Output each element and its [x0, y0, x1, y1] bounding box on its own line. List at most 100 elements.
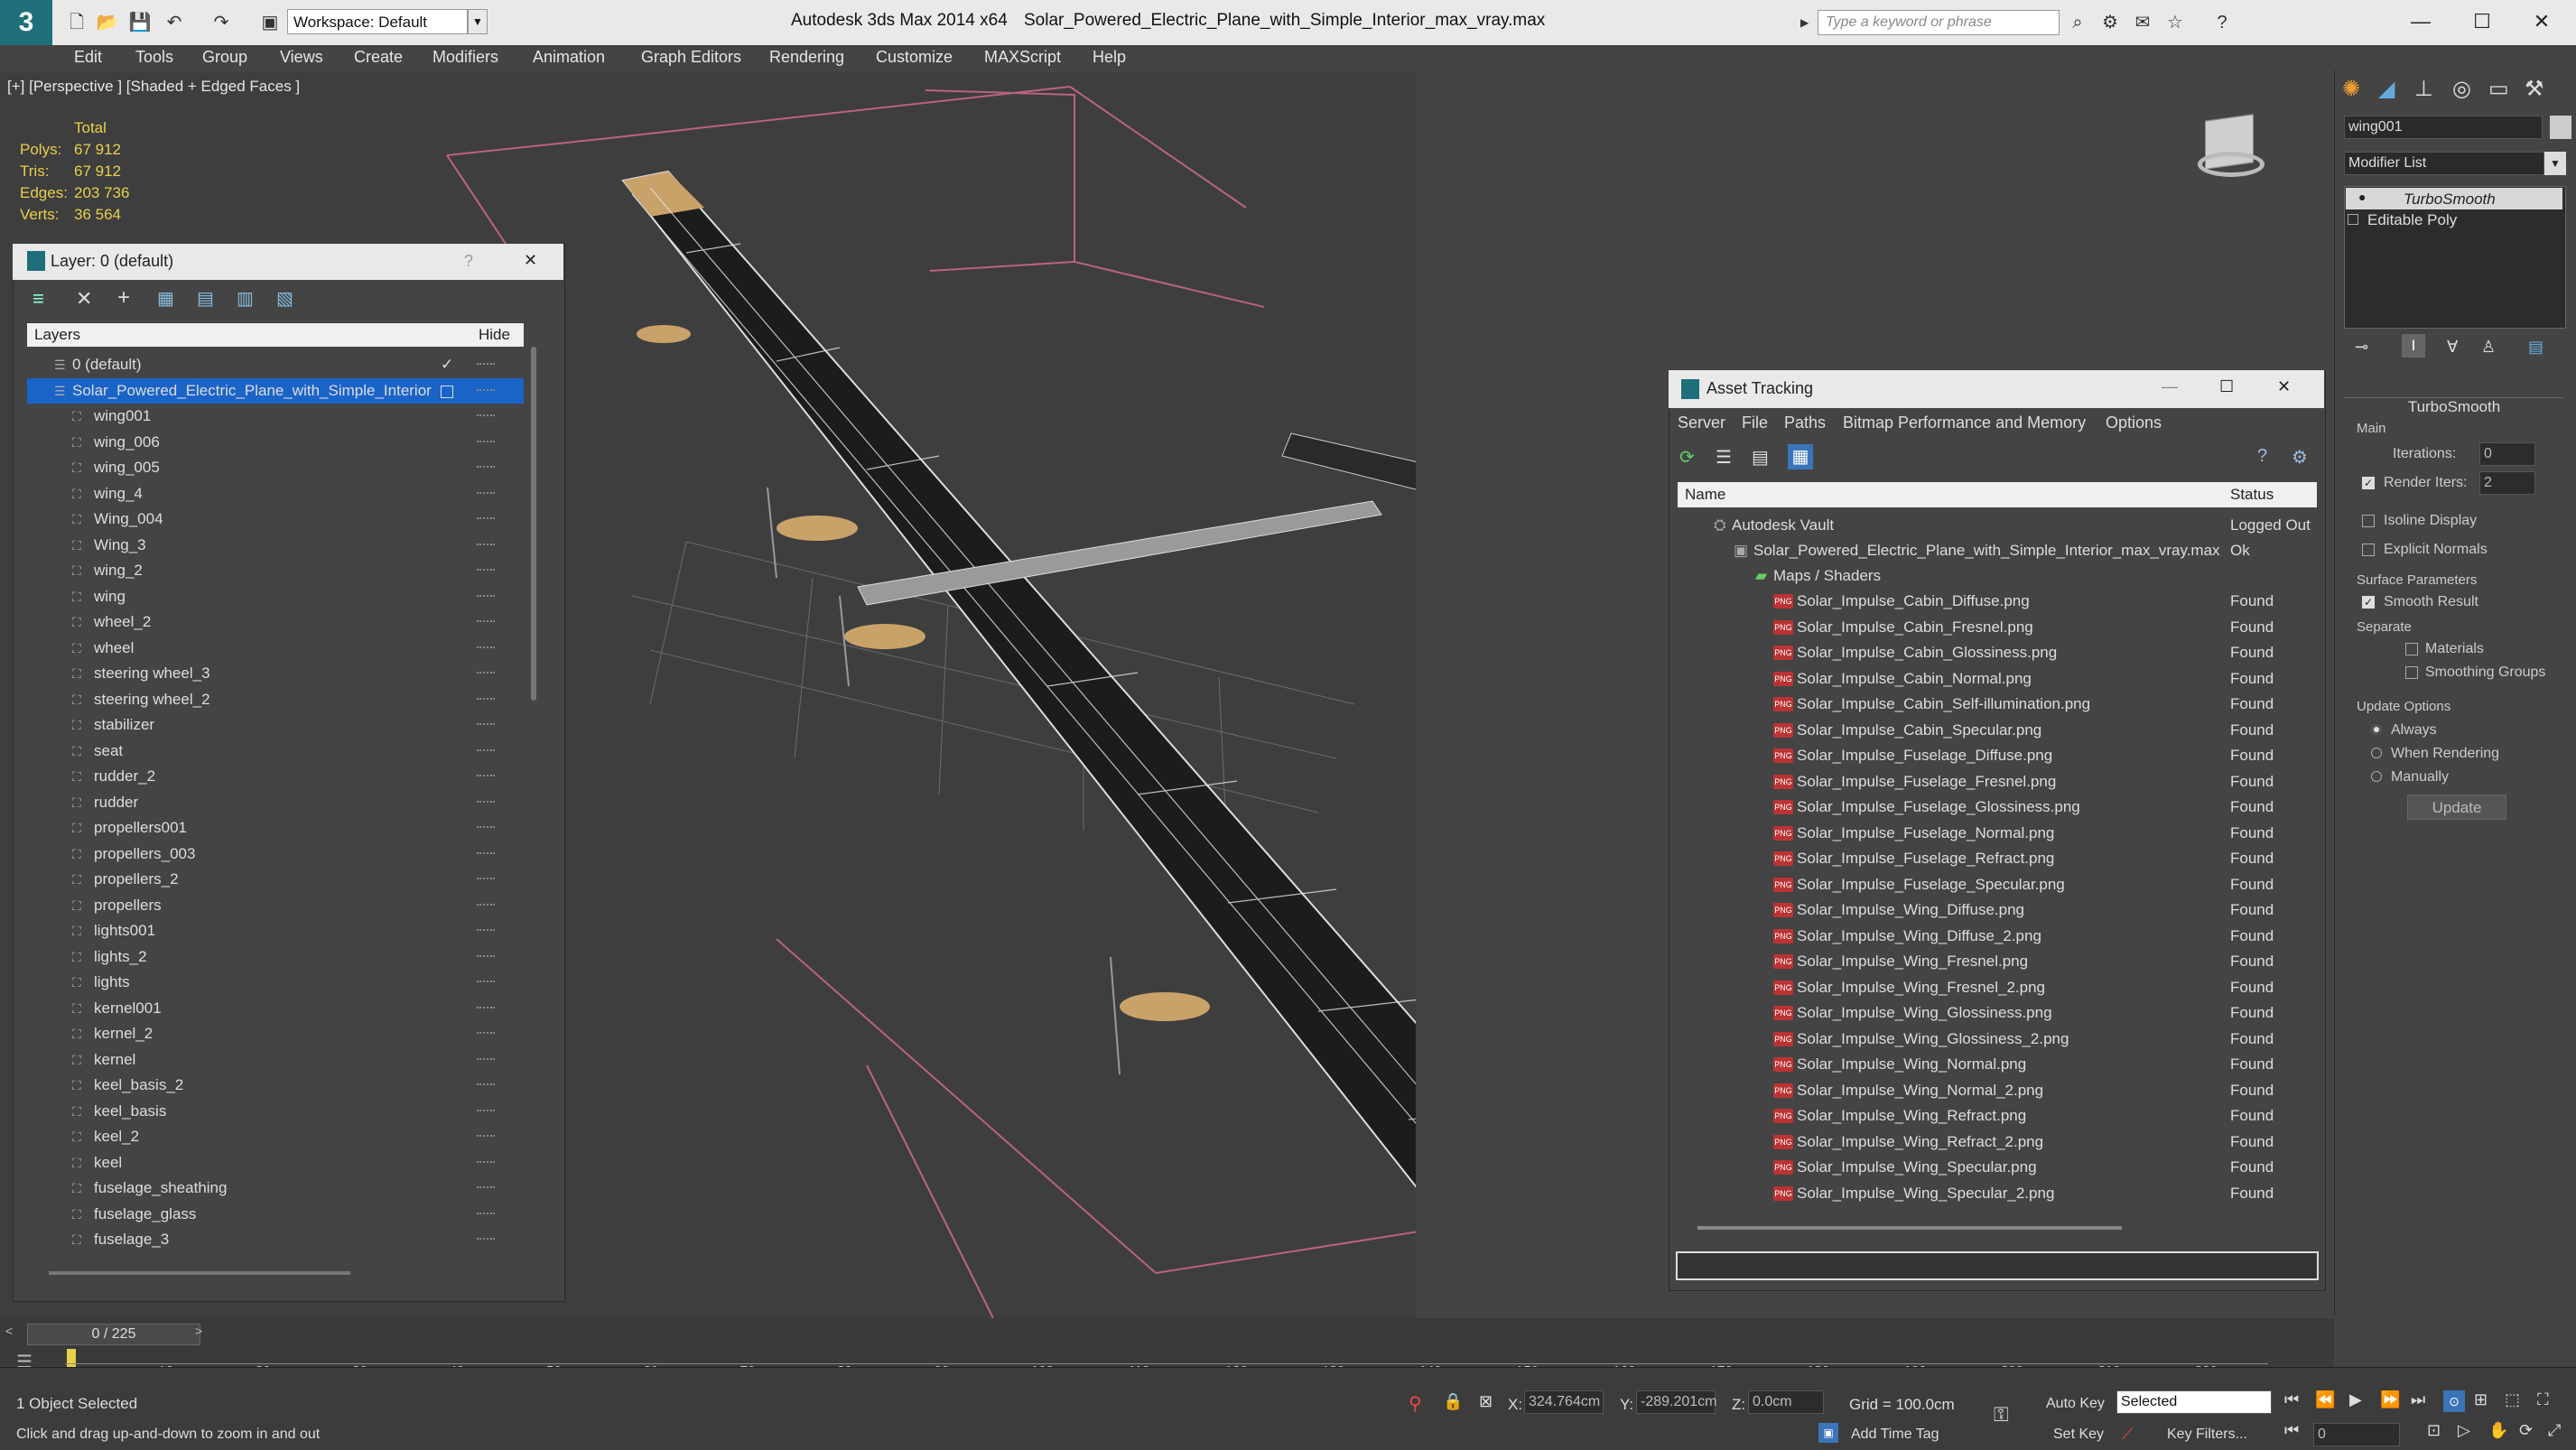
table-row[interactable]: PNG Solar_Impulse_Wing_Fresnel_2.png Found [1678, 975, 2317, 1000]
hide-toggle[interactable] [477, 723, 495, 729]
column-status[interactable]: Status [2230, 486, 2274, 504]
field-of-view-icon[interactable]: ▷ [2458, 1421, 2470, 1440]
table-row[interactable]: PNG Solar_Impulse_Cabin_Fresnel.png Found [1678, 615, 2317, 640]
menu-edit[interactable]: Edit [74, 45, 102, 69]
remove-modifier-icon[interactable]: ♙ [2481, 338, 2496, 357]
object-name-field[interactable]: wing001 [2344, 116, 2543, 139]
table-row[interactable]: ▰ Maps / Shaders [1678, 563, 2317, 589]
object-row[interactable]: ⛶ wing001 [27, 404, 524, 429]
object-row[interactable]: ⛶ kernel_2 [27, 1021, 524, 1046]
utilities-tab-icon[interactable]: ⚒ [2525, 76, 2544, 102]
next-frame-icon[interactable]: > [195, 1324, 202, 1338]
table-row[interactable]: PNG Solar_Impulse_Wing_Refract_2.png Found [1678, 1129, 2317, 1155]
hide-toggle[interactable] [477, 1006, 495, 1012]
layer-explorer-titlebar[interactable]: Layer: 0 (default) ? ✕ [13, 244, 563, 280]
asset-menu-file[interactable]: File [1742, 414, 1768, 432]
table-row[interactable]: PNG Solar_Impulse_Wing_Normal_2.png Found [1678, 1078, 2317, 1103]
table-row[interactable]: ⛭ Autodesk Vault Logged Out [1678, 513, 2317, 538]
time-config-icon[interactable]: ⊡ [2427, 1421, 2441, 1440]
hide-toggle[interactable] [477, 775, 495, 780]
isoline-checkbox[interactable] [2362, 515, 2375, 527]
object-row[interactable]: ⛶ lights_2 [27, 944, 524, 970]
close-button[interactable]: ✕ [2519, 5, 2564, 38]
new-layer-icon[interactable]: ≡ [33, 287, 44, 311]
play-arrow-icon[interactable]: ▶ [1800, 11, 1815, 34]
help-icon[interactable]: ? [464, 252, 473, 271]
key-mode-icon[interactable]: ⊙ [2443, 1390, 2465, 1412]
open-file-icon[interactable]: 📂 [96, 11, 119, 34]
hide-toggle[interactable] [477, 1083, 495, 1089]
modifier-list-dropdown[interactable]: Modifier List [2344, 152, 2544, 175]
object-row[interactable]: ⛶ lights001 [27, 918, 524, 943]
table-row[interactable]: PNG Solar_Impulse_Wing_Diffuse_2.png Found [1678, 924, 2317, 949]
minimize-button[interactable]: — [2398, 5, 2443, 38]
configure-sets-icon[interactable]: ▤ [2528, 338, 2543, 357]
asset-h-scrollbar[interactable] [1697, 1226, 2122, 1230]
refresh-icon[interactable]: ⟳ [1679, 446, 1695, 469]
object-row[interactable]: ⛶ fuselage_sheathing [27, 1176, 524, 1201]
table-row[interactable]: PNG Solar_Impulse_Cabin_Diffuse.png Found [1678, 589, 2317, 614]
hide-toggle[interactable] [477, 466, 495, 471]
table-row[interactable]: PNG Solar_Impulse_Fuselage_Specular.png Fo… [1678, 872, 2317, 897]
object-row[interactable]: ⛶ propellers [27, 893, 524, 918]
play-icon[interactable]: ▶ [2349, 1390, 2362, 1409]
column-layers[interactable]: Layers [34, 326, 80, 344]
bulb-icon[interactable]: ● [2358, 190, 2366, 204]
layer-row-selected[interactable]: ☰ Solar_Powered_Electric_Plane_with_Simpl… [27, 377, 524, 404]
maximize-icon[interactable]: ☐ [2219, 377, 2234, 396]
hide-toggle[interactable] [477, 517, 495, 523]
hide-toggle[interactable] [477, 1057, 495, 1064]
table-row[interactable]: PNG Solar_Impulse_Fuselage_Diffuse.png Fou… [1678, 743, 2317, 768]
hide-toggle[interactable] [477, 388, 495, 395]
hide-toggle[interactable] [477, 851, 495, 858]
absolute-mode-icon[interactable]: ⊠ [1479, 1392, 1493, 1411]
hide-toggle[interactable] [477, 594, 495, 600]
lock-selection-icon[interactable]: 🔒 [1443, 1392, 1463, 1411]
hide-toggle[interactable] [477, 646, 495, 652]
object-row[interactable]: ⛶ keel_2 [27, 1124, 524, 1149]
materials-checkbox[interactable] [2405, 643, 2418, 655]
table-row[interactable]: PNG Solar_Impulse_Cabin_Self-illumination… [1678, 692, 2317, 717]
current-frame-field[interactable]: 0 [2313, 1423, 2400, 1446]
viewport-label[interactable]: [+] [Perspective ] [Shaded + Edged Faces… [7, 78, 300, 96]
stack-item-editable-poly[interactable]: Editable Poly [2348, 211, 2457, 229]
search-input[interactable]: Type a keyword or phrase [1818, 10, 2060, 35]
object-row[interactable]: ⛶ keel_basis_2 [27, 1073, 524, 1098]
manually-radio[interactable] [2371, 771, 2382, 782]
auto-key-button[interactable]: Auto Key [2046, 1396, 2105, 1412]
subscription-icon[interactable]: ⚙ [2098, 11, 2122, 34]
layers-h-scrollbar[interactable] [49, 1271, 350, 1275]
table-row[interactable]: PNG Solar_Impulse_Wing_Diffuse.png Found [1678, 897, 2317, 923]
column-hide[interactable]: Hide [479, 326, 510, 344]
hide-toggle[interactable] [477, 981, 495, 986]
create-tab-icon[interactable]: ✺ [2342, 76, 2360, 102]
hide-toggle[interactable] [477, 800, 495, 806]
expand-icon[interactable] [2348, 214, 2358, 225]
table-row[interactable]: PNG Solar_Impulse_Cabin_Specular.png Found [1678, 718, 2317, 743]
redo-icon[interactable]: ↷ [209, 11, 233, 34]
asset-tracking-titlebar[interactable]: Asset Tracking — ☐ ✕ [1669, 370, 2324, 408]
hide-toggle[interactable] [477, 826, 495, 832]
hide-toggle[interactable] [477, 1109, 495, 1115]
object-row[interactable]: ⛶ wing_2 [27, 558, 524, 583]
pan-icon[interactable]: ✋ [2488, 1421, 2508, 1440]
table-row[interactable]: PNG Solar_Impulse_Wing_Specular.png Found [1678, 1155, 2317, 1180]
go-to-end-icon[interactable]: ⏭ [2411, 1390, 2425, 1409]
pin-stack-icon[interactable]: ⊸ [2355, 338, 2368, 357]
object-row[interactable]: ⛶ propellers001 [27, 815, 524, 841]
x-coordinate-field[interactable]: 324.764cm [1524, 1390, 1604, 1414]
object-row[interactable]: ⛶ wing [27, 584, 524, 609]
hide-toggle[interactable] [477, 363, 495, 368]
table-row[interactable]: PNG Solar_Impulse_Fuselage_Refract.png Fou… [1678, 846, 2317, 871]
table-row[interactable]: PNG Solar_Impulse_Wing_Fresnel.png Found [1678, 949, 2317, 974]
hide-toggle[interactable] [477, 672, 495, 677]
menu-help[interactable]: Help [1093, 45, 1126, 69]
object-row[interactable]: ⛶ lights [27, 970, 524, 995]
table-view-icon[interactable]: ▦ [1788, 444, 1813, 469]
stack-item-turbosmooth[interactable]: ● TurboSmooth [2346, 188, 2562, 209]
object-row[interactable]: ⛶ rudder [27, 790, 524, 815]
table-row[interactable]: PNG Solar_Impulse_Wing_Refract.png Found [1678, 1103, 2317, 1129]
tree-view-icon[interactable]: ▤ [1752, 446, 1769, 469]
layer-row-default[interactable]: ☰ 0 (default) ✓ [27, 352, 524, 377]
previous-key-icon[interactable]: ⏪ [2315, 1390, 2335, 1409]
